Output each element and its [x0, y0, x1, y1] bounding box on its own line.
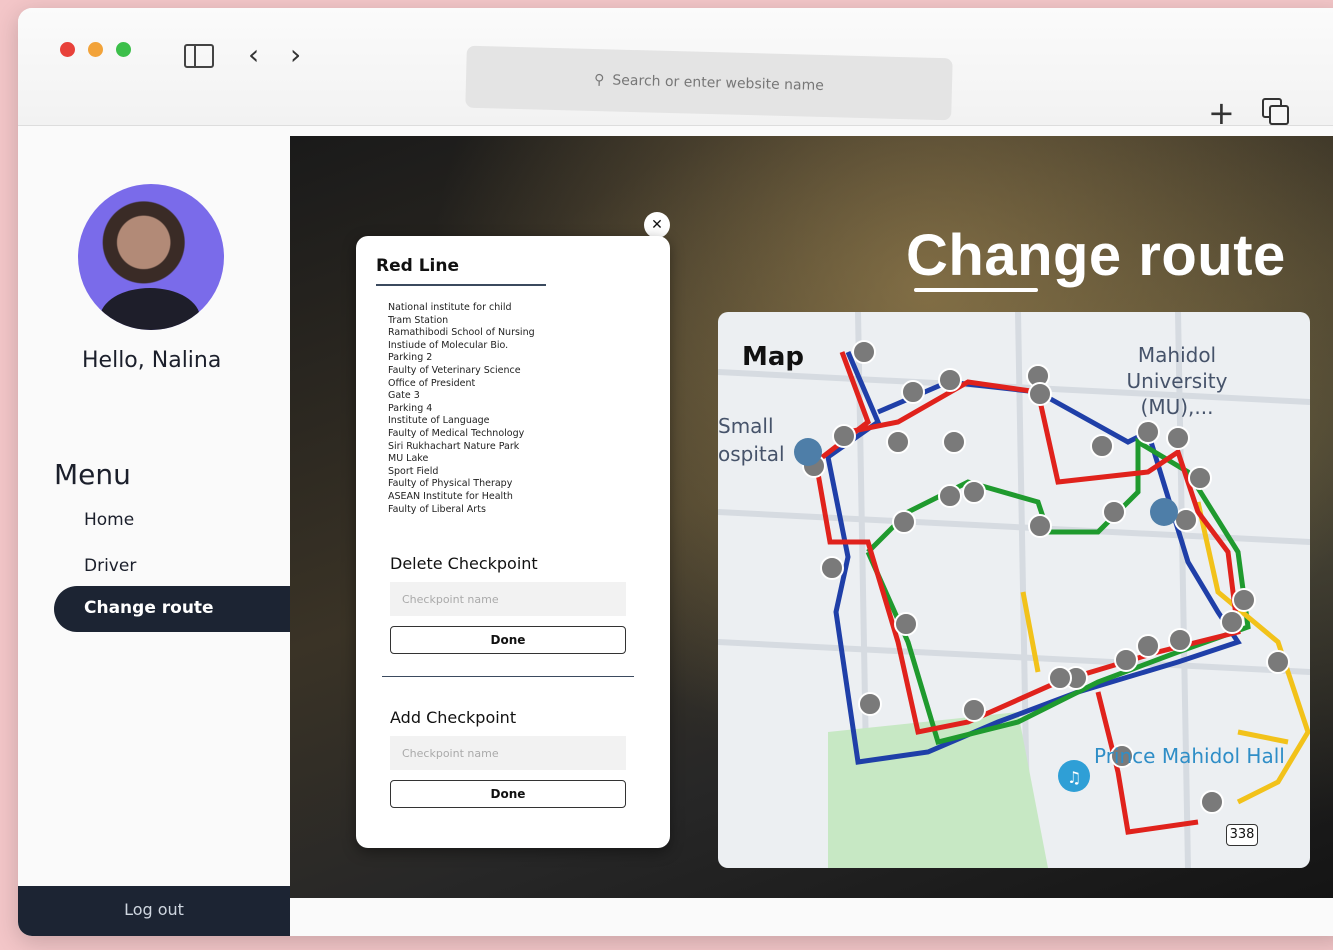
poi-prince-mahidol-hall[interactable]: Prince Mahidol Hall	[1094, 744, 1294, 768]
list-item: Faulty of Veterinary Science	[388, 364, 521, 376]
list-item: National institute for child	[388, 302, 512, 313]
back-icon[interactable]: ‹	[248, 38, 259, 71]
greeting: Hello, Nalina	[82, 348, 222, 373]
list-item: Faulty of Physical Therapy	[388, 478, 513, 490]
close-panel-button[interactable]: ✕	[644, 212, 670, 238]
sidebar-icon[interactable]	[184, 44, 214, 68]
poi-mahidol-university[interactable]: Mahidol University (MU),...	[1122, 342, 1232, 420]
list-item: Ramathibodi School of Nursing	[388, 327, 535, 339]
road-number-badge: 338	[1226, 824, 1258, 846]
list-item: Instiude of Molecular Bio.	[388, 339, 509, 351]
route-panel: Red Line National institute for child Tr…	[356, 236, 670, 848]
list-item: Parking 2	[388, 352, 433, 364]
address-placeholder: Search or enter website name	[612, 72, 825, 95]
list-item: ASEAN Institute for Health	[388, 490, 513, 502]
delete-checkpoint-title: Delete Checkpoint	[390, 554, 538, 573]
list-item: Office of President	[388, 377, 476, 389]
sidebar-item-change-route[interactable]: Change route	[54, 586, 318, 632]
search-icon: ⚲	[593, 71, 605, 89]
list-item: MU Lake	[388, 453, 429, 465]
page-title: Change route	[906, 223, 1286, 288]
forward-icon[interactable]: ›	[290, 38, 301, 71]
sidebar-item-home[interactable]: Home	[84, 510, 134, 530]
poi-hospital[interactable]: Small ospital	[718, 412, 808, 468]
delete-checkpoint-input[interactable]	[390, 582, 626, 616]
add-done-button[interactable]: Done	[390, 780, 626, 808]
add-checkpoint-input[interactable]	[390, 736, 626, 770]
list-item: Faulty of Medical Technology	[388, 427, 525, 439]
list-item: Siri Rukhachart Nature Park	[388, 440, 520, 452]
list-item: Sport Field	[388, 465, 439, 477]
menu-title: Menu	[54, 458, 131, 491]
new-tab-icon[interactable]: +	[1208, 94, 1235, 132]
list-item: Parking 4	[388, 402, 433, 414]
line-underline	[376, 284, 546, 286]
section-divider	[382, 676, 634, 677]
route-map[interactable]: ♫ Map Mahidol University (MU),... Small …	[718, 312, 1310, 868]
map-title: Map	[742, 342, 805, 372]
browser-toolbar: ‹ › ⚲ Search or enter website name +	[18, 8, 1333, 132]
avatar-shoulders	[100, 288, 200, 330]
add-checkpoint-title: Add Checkpoint	[390, 708, 517, 727]
university-pin-icon	[1150, 498, 1178, 526]
line-name: Red Line	[376, 256, 459, 276]
list-item: Tram Station	[388, 314, 449, 326]
close-window-button[interactable]	[60, 42, 75, 57]
list-item: Faulty of Liberal Arts	[388, 503, 486, 515]
checkpoint-list: National institute for child Tram Statio…	[388, 302, 648, 516]
title-underline	[914, 288, 1038, 292]
sidebar: Hello, Nalina Menu Home Driver Change ro…	[18, 126, 318, 936]
tabs-icon[interactable]	[1262, 98, 1289, 125]
music-note-icon: ♫	[1067, 768, 1081, 787]
list-item: Gate 3	[388, 390, 420, 402]
sidebar-item-driver[interactable]: Driver	[84, 556, 136, 576]
main-content: Change route ✕ Red Line National institu…	[290, 136, 1333, 898]
maximize-window-button[interactable]	[116, 42, 131, 57]
browser-window: ‹ › ⚲ Search or enter website name + Hel…	[18, 8, 1333, 936]
address-bar[interactable]: ⚲ Search or enter website name	[465, 45, 953, 121]
delete-done-button[interactable]: Done	[390, 626, 626, 654]
logout-button[interactable]: Log out	[18, 886, 290, 936]
avatar	[78, 184, 224, 330]
minimize-window-button[interactable]	[88, 42, 103, 57]
list-item: Institute of Language	[388, 415, 490, 427]
